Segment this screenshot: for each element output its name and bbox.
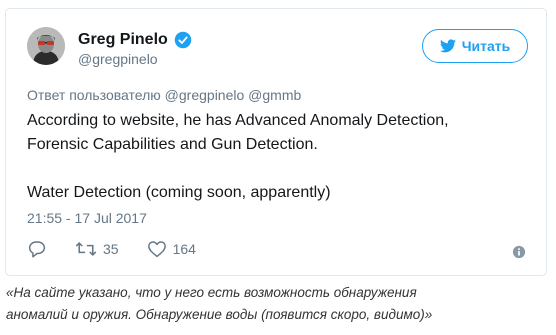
author-name-row: Greg Pinelo	[78, 31, 192, 49]
follow-button[interactable]: Читать	[422, 29, 528, 63]
tweet-actions: 35 164	[27, 240, 224, 258]
info-icon[interactable]	[512, 245, 526, 259]
retweet-count: 35	[103, 241, 119, 257]
tweet-text-line: Water Detection (coming soon, apparently…	[27, 184, 331, 201]
like-count: 164	[172, 241, 196, 257]
caption-line: «На сайте указано, что у него есть возмо…	[6, 285, 417, 300]
reply-to-line: Ответ пользователю @gregpinelo @gmmb	[27, 87, 302, 103]
author-name[interactable]: Greg Pinelo	[78, 31, 168, 49]
translation-caption: «На сайте указано, что у него есть возмо…	[6, 282, 546, 326]
like-button[interactable]: 164	[147, 240, 196, 258]
author-handle[interactable]: @gregpinelo	[78, 51, 158, 67]
tweet-text-line: According to website, he has Advanced An…	[27, 112, 449, 129]
tweet-card: Greg Pinelo @gregpinelo Читать Ответ пол…	[5, 8, 547, 276]
twitter-bird-icon	[439, 39, 456, 53]
caption-line: аномалий и оружия. Обнаружение воды (поя…	[6, 307, 433, 322]
reply-icon	[28, 241, 46, 258]
retweet-button[interactable]: 35	[75, 240, 119, 258]
verified-badge-icon	[174, 31, 192, 49]
tweet-timestamp[interactable]: 21:55 - 17 Jul 2017	[27, 210, 147, 226]
tweet-text-line: Forensic Capabilities and Gun Detection.	[27, 136, 318, 153]
like-heart-icon	[147, 241, 166, 258]
avatar[interactable]	[27, 27, 65, 65]
tweet-text-line	[27, 157, 537, 181]
tweet-text: According to website, he has Advanced An…	[27, 109, 537, 205]
follow-button-label: Читать	[461, 38, 511, 54]
retweet-icon	[75, 241, 97, 257]
reply-button[interactable]	[27, 240, 47, 258]
